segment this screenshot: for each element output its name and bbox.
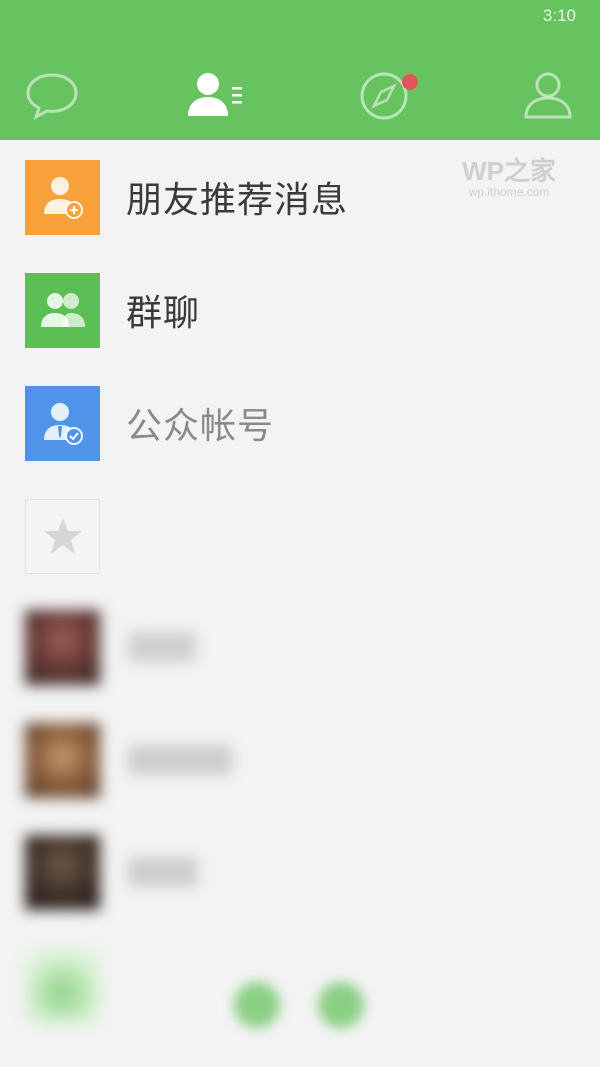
official-account-icon — [25, 385, 100, 461]
app-bar-button[interactable] — [234, 982, 280, 1028]
contact-row[interactable] — [0, 705, 600, 815]
contact-row[interactable] — [0, 817, 600, 927]
tab-chats[interactable] — [22, 68, 82, 124]
avatar — [25, 834, 100, 910]
person-icon — [524, 72, 572, 119]
contact-row[interactable] — [0, 930, 600, 1040]
avatar — [25, 722, 100, 798]
list-item-starred[interactable] — [0, 481, 600, 591]
group-chat-icon — [25, 272, 100, 348]
avatar — [25, 947, 100, 1023]
list-item-group-chats[interactable]: 群聊 — [0, 255, 600, 365]
contact-name-placeholder — [128, 745, 232, 775]
status-time: 3:10 — [542, 6, 576, 25]
contact-name-placeholder — [128, 632, 196, 662]
star-icon — [25, 498, 100, 574]
tab-me[interactable] — [518, 68, 578, 124]
list-item-label: 群聊 — [126, 293, 201, 334]
contacts-icon — [188, 73, 242, 116]
chat-bubble-icon — [26, 73, 78, 121]
contact-row[interactable] — [0, 592, 600, 702]
list-item-friend-recommendations[interactable]: 朋友推荐消息 — [0, 142, 600, 252]
list-item-official-accounts[interactable]: 公众帐号 — [0, 368, 600, 478]
avatar — [25, 609, 100, 685]
list-item-label: 朋友推荐消息 — [126, 180, 349, 221]
top-navigation-bar: 3:10 — [0, 0, 600, 140]
notification-dot — [402, 74, 418, 90]
app-bar-button[interactable] — [318, 982, 364, 1028]
tab-contacts[interactable] — [186, 68, 246, 124]
list-item-label: 公众帐号 — [126, 406, 275, 447]
contact-name-placeholder — [128, 857, 198, 887]
add-friend-icon — [25, 159, 100, 235]
